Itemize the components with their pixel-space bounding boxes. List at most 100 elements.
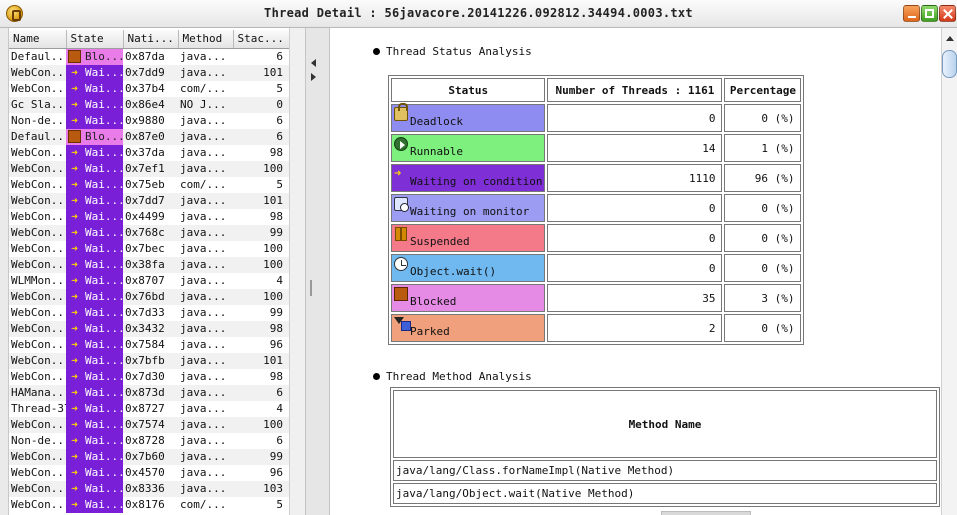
thread-name[interactable]: WebCon... bbox=[9, 465, 66, 481]
thread-method[interactable]: java... bbox=[178, 433, 233, 449]
thread-method[interactable]: java... bbox=[178, 128, 233, 145]
method-name[interactable]: java/lang/Class.forNameImpl(Native Metho… bbox=[393, 460, 937, 481]
splitter-grip-icon[interactable] bbox=[310, 280, 312, 296]
thread-native-id[interactable]: 0x37da bbox=[123, 145, 178, 161]
thread-method[interactable]: java... bbox=[178, 465, 233, 481]
thread-native-id[interactable]: 0x768c bbox=[123, 224, 178, 241]
thread-method[interactable]: java... bbox=[178, 273, 233, 289]
thread-native-id[interactable]: 0x4570 bbox=[123, 465, 178, 481]
thread-stack-depth[interactable]: 96 bbox=[233, 465, 289, 481]
thread-native-id[interactable]: 0x7bec bbox=[123, 241, 178, 257]
thread-native-id[interactable]: 0x4499 bbox=[123, 209, 178, 225]
thread-row[interactable]: WebCon... ➜ Wai... 0x768c java... 99 bbox=[9, 224, 289, 241]
thread-state[interactable]: ➜ Wai... bbox=[66, 480, 123, 497]
thread-state[interactable]: ➜ Wai... bbox=[66, 304, 123, 321]
thread-row[interactable]: WebCon... ➜ Wai... 0x7d33 java... 99 bbox=[9, 304, 289, 321]
thread-state[interactable]: ➜ Wai... bbox=[66, 160, 123, 177]
thread-state[interactable]: ➜ Wai... bbox=[66, 336, 123, 353]
thread-native-id[interactable]: 0x8336 bbox=[123, 480, 178, 497]
thread-name[interactable]: WebCon... bbox=[9, 288, 66, 305]
thread-native-id[interactable]: 0x873d bbox=[123, 384, 178, 401]
thread-row[interactable]: WebCon... ➜ Wai... 0x7ef1 java... 100 bbox=[9, 160, 289, 177]
thread-method[interactable]: java... bbox=[178, 160, 233, 177]
thread-native-id[interactable]: 0x75eb bbox=[123, 177, 178, 193]
thread-stack-depth[interactable]: 100 bbox=[233, 416, 289, 433]
thread-method[interactable]: java... bbox=[178, 305, 233, 321]
method-row[interactable]: java/lang/Object.wait(Native Method) bbox=[393, 483, 937, 504]
thread-method[interactable]: java... bbox=[178, 113, 233, 129]
thread-row[interactable]: WebCon... ➜ Wai... 0x37b4 com/... 5 bbox=[9, 80, 289, 97]
thread-method[interactable]: java... bbox=[178, 384, 233, 401]
thread-native-id[interactable]: 0x38fa bbox=[123, 256, 178, 273]
thread-native-id[interactable]: 0x7d30 bbox=[123, 369, 178, 385]
thread-state[interactable]: ➜ Wai... bbox=[66, 192, 123, 209]
thread-row[interactable]: WebCon... ➜ Wai... 0x7584 java... 96 bbox=[9, 336, 289, 353]
thread-name[interactable]: Non-de... bbox=[9, 113, 66, 129]
thread-name[interactable]: WebCon... bbox=[9, 81, 66, 97]
analysis-scrollbar[interactable] bbox=[941, 28, 957, 515]
thread-row[interactable]: WebCon... ➜ Wai... 0x7bfb java... 101 bbox=[9, 352, 289, 369]
thread-native-id[interactable]: 0x7584 bbox=[123, 337, 178, 353]
maximize-button[interactable] bbox=[921, 5, 938, 22]
thread-stack-depth[interactable]: 6 bbox=[233, 48, 289, 65]
thread-stack-depth[interactable]: 103 bbox=[233, 480, 289, 497]
thread-method[interactable]: com/... bbox=[178, 177, 233, 193]
thread-name[interactable]: Defaul... bbox=[9, 128, 66, 145]
thread-stack-depth[interactable]: 101 bbox=[233, 64, 289, 81]
thread-state[interactable]: ➜ Wai... bbox=[66, 96, 123, 113]
thread-name[interactable]: WebCon... bbox=[9, 224, 66, 241]
thread-stack-depth[interactable]: 99 bbox=[233, 448, 289, 465]
thread-state[interactable]: ➜ Wai... bbox=[66, 112, 123, 129]
thread-stack-depth[interactable]: 5 bbox=[233, 497, 289, 513]
thread-method[interactable]: com/... bbox=[178, 497, 233, 513]
thread-state[interactable]: ➜ Wai... bbox=[66, 144, 123, 161]
thread-method[interactable]: java... bbox=[178, 48, 233, 65]
thread-name[interactable]: Non-de... bbox=[9, 433, 66, 449]
thread-row[interactable]: WebCon... ➜ Wai... 0x37da java... 98 bbox=[9, 144, 289, 161]
thread-stack-depth[interactable]: 98 bbox=[233, 209, 289, 225]
thread-native-id[interactable]: 0x86e4 bbox=[123, 96, 178, 113]
scroll-up-icon[interactable] bbox=[946, 36, 954, 41]
thread-native-id[interactable]: 0x3432 bbox=[123, 320, 178, 337]
thread-name[interactable]: WebCon... bbox=[9, 337, 66, 353]
thread-state[interactable]: ➜ Wai... bbox=[66, 464, 123, 481]
thread-row[interactable]: WebCon... ➜ Wai... 0x7dd7 java... 101 bbox=[9, 192, 289, 209]
collapse-right-icon[interactable] bbox=[311, 73, 316, 81]
thread-stack-depth[interactable]: 101 bbox=[233, 352, 289, 369]
thread-method[interactable]: java... bbox=[178, 256, 233, 273]
column-header-state[interactable]: State bbox=[66, 30, 124, 49]
thread-name[interactable]: WebCon... bbox=[9, 320, 66, 337]
thread-state[interactable]: Blo... bbox=[66, 128, 123, 145]
column-header-method[interactable]: Method bbox=[178, 30, 234, 49]
thread-name[interactable]: WebCon... bbox=[9, 305, 66, 321]
thread-stack-depth[interactable]: 6 bbox=[233, 384, 289, 401]
thread-state[interactable]: ➜ Wai... bbox=[66, 208, 123, 225]
thread-state[interactable]: ➜ Wai... bbox=[66, 416, 123, 433]
thread-row[interactable]: Gc Sla... ➜ Wai... 0x86e4 NO J... 0 bbox=[9, 96, 289, 113]
thread-stack-depth[interactable]: 100 bbox=[233, 160, 289, 177]
thread-name[interactable]: WebCon... bbox=[9, 480, 66, 497]
thread-stack-depth[interactable]: 5 bbox=[233, 81, 289, 97]
thread-stack-depth[interactable]: 100 bbox=[233, 256, 289, 273]
thread-name[interactable]: WebCon... bbox=[9, 497, 66, 513]
thread-stack-depth[interactable]: 98 bbox=[233, 369, 289, 385]
thread-native-id[interactable]: 0x7d33 bbox=[123, 305, 178, 321]
thread-method[interactable]: java... bbox=[178, 145, 233, 161]
thread-native-id[interactable]: 0x7b60 bbox=[123, 448, 178, 465]
thread-row[interactable]: WebCon... ➜ Wai... 0x7574 java... 100 bbox=[9, 416, 289, 433]
thread-row[interactable]: WebCon... ➜ Wai... 0x3432 java... 98 bbox=[9, 320, 289, 337]
scroll-thumb[interactable] bbox=[942, 50, 957, 78]
thread-state[interactable]: ➜ Wai... bbox=[66, 176, 123, 193]
thread-method[interactable]: java... bbox=[178, 369, 233, 385]
thread-state[interactable]: ➜ Wai... bbox=[66, 224, 123, 241]
thread-row[interactable]: WebCon... ➜ Wai... 0x76bd java... 100 bbox=[9, 288, 289, 305]
thread-stack-depth[interactable]: 6 bbox=[233, 433, 289, 449]
thread-state[interactable]: Blo... bbox=[66, 48, 123, 65]
thread-stack-depth[interactable]: 98 bbox=[233, 320, 289, 337]
thread-name[interactable]: WebCon... bbox=[9, 209, 66, 225]
thread-row[interactable]: WebCon... ➜ Wai... 0x7dd9 java... 101 bbox=[9, 64, 289, 81]
thread-method[interactable]: java... bbox=[178, 416, 233, 433]
thread-state[interactable]: ➜ Wai... bbox=[66, 256, 123, 273]
thread-name[interactable]: Gc Sla... bbox=[9, 96, 66, 113]
thread-stack-depth[interactable]: 4 bbox=[233, 273, 289, 289]
